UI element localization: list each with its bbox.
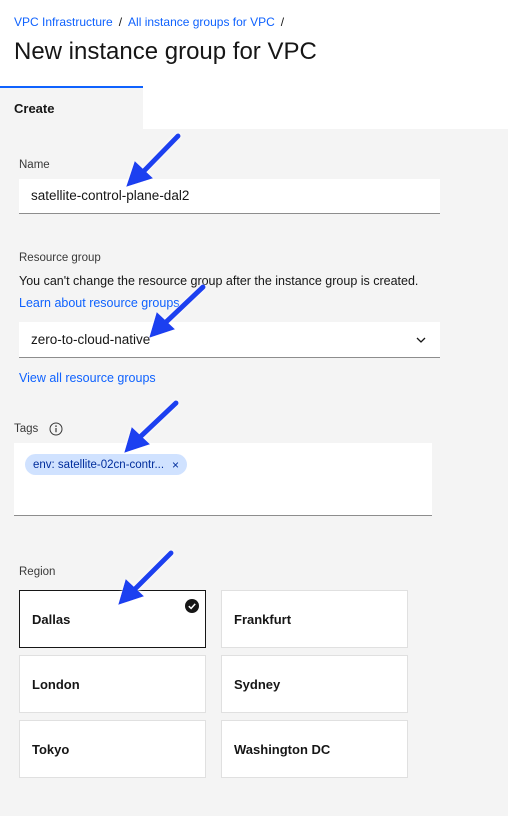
info-icon[interactable]: [49, 422, 63, 436]
region-tile-label: Sydney: [234, 677, 281, 692]
region-tile-label: Washington DC: [234, 742, 331, 757]
tag-chip-label: env: satellite-02cn-contr...: [33, 458, 165, 471]
name-input[interactable]: satellite-control-plane-dal2: [19, 179, 440, 214]
breadcrumb-instance-groups[interactable]: All instance groups for VPC: [128, 15, 275, 29]
learn-resource-groups-link[interactable]: Learn about resource groups: [19, 296, 180, 310]
breadcrumb: VPC Infrastructure / All instance groups f…: [14, 15, 290, 29]
region-tile-washington-dc[interactable]: Washington DC: [221, 720, 408, 778]
breadcrumb-vpc-infrastructure[interactable]: VPC Infrastructure: [14, 15, 113, 29]
region-tile-label: Tokyo: [32, 742, 70, 757]
tags-label: Tags: [14, 423, 39, 435]
close-icon[interactable]: ×: [172, 458, 179, 472]
region-tile-frankfurt[interactable]: Frankfurt: [221, 590, 408, 648]
tags-input[interactable]: env: satellite-02cn-contr... ×: [14, 443, 432, 516]
tab-create-label: Create: [14, 101, 55, 116]
region-tile-tokyo[interactable]: Tokyo: [19, 720, 206, 778]
region-tile-london[interactable]: London: [19, 655, 206, 713]
tab-create[interactable]: Create: [0, 86, 143, 129]
region-tile-label: Frankfurt: [234, 612, 292, 627]
breadcrumb-separator: /: [280, 15, 285, 29]
name-label: Name: [19, 159, 50, 171]
region-label: Region: [19, 566, 56, 578]
tag-chip: env: satellite-02cn-contr... ×: [25, 454, 188, 475]
checkmark-icon: [185, 599, 199, 613]
name-input-value: satellite-control-plane-dal2: [31, 188, 190, 203]
resource-group-label: Resource group: [19, 252, 101, 264]
region-tile-label: London: [32, 677, 80, 692]
resource-group-select[interactable]: zero-to-cloud-native: [19, 322, 440, 358]
view-all-resource-groups-link[interactable]: View all resource groups: [19, 371, 156, 385]
breadcrumb-separator: /: [118, 15, 123, 29]
region-tile-label: Dallas: [32, 612, 71, 627]
region-tile-sydney[interactable]: Sydney: [221, 655, 408, 713]
resource-group-selected-value: zero-to-cloud-native: [31, 332, 151, 347]
resource-group-helper: You can't change the resource group afte…: [19, 274, 419, 288]
page-title: New instance group for VPC: [14, 38, 317, 65]
chevron-down-icon: [416, 337, 426, 343]
region-tile-dallas[interactable]: Dallas: [19, 590, 206, 648]
